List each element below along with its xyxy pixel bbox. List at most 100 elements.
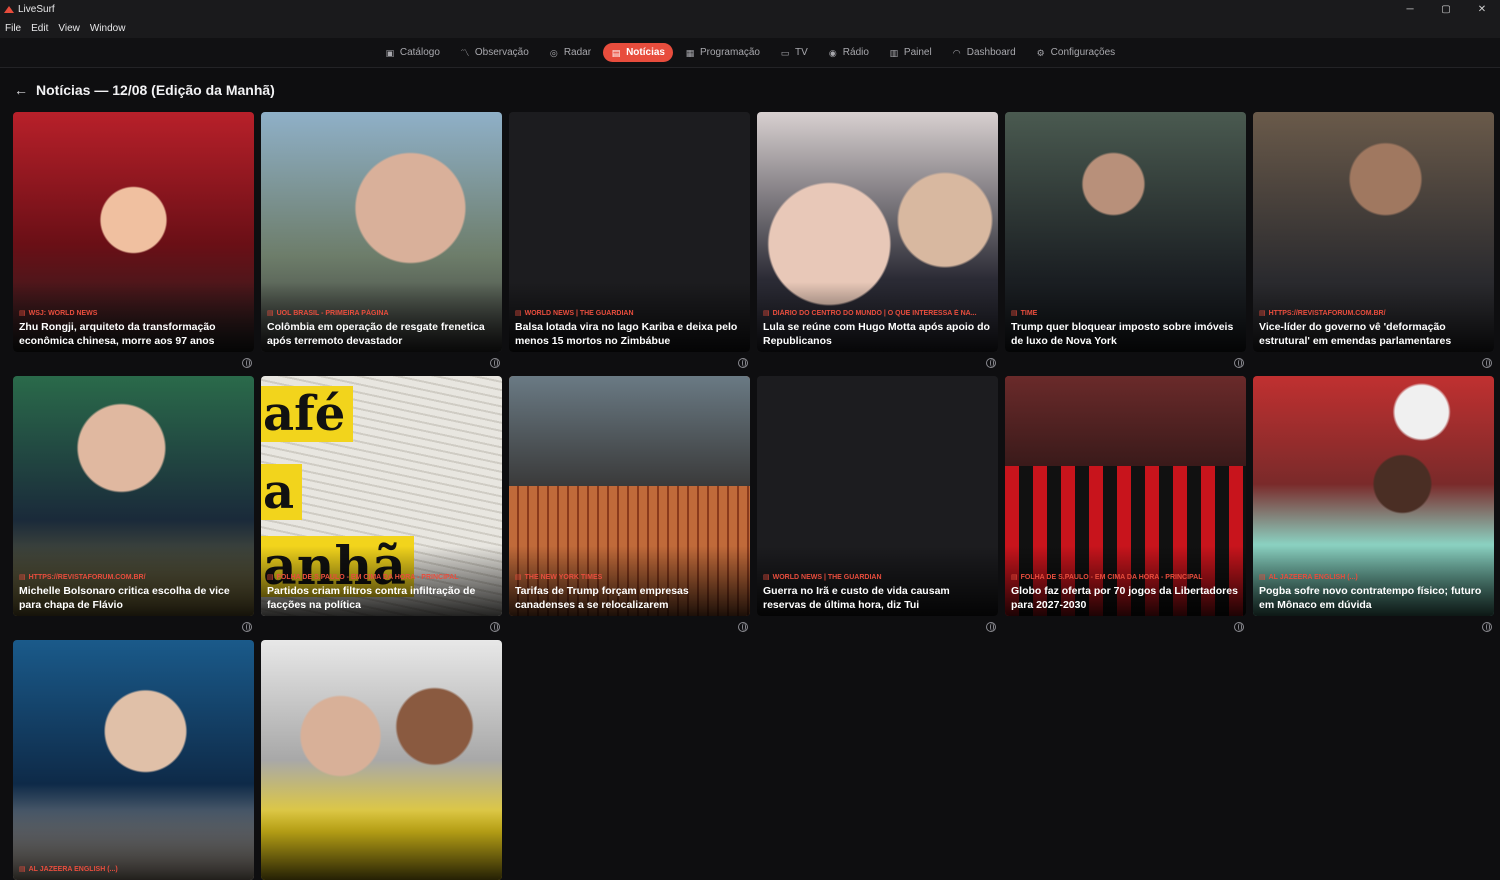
tab-catalog[interactable]: ▣ Catálogo [377, 43, 448, 62]
source-icon: ▤ [1259, 310, 1266, 317]
window-title: LiveSurf [18, 3, 55, 15]
news-source-label: World news | The Guardian [772, 574, 882, 581]
news-card[interactable] [261, 640, 502, 880]
menu-bar: File Edit View Window [0, 18, 1500, 38]
back-arrow-icon[interactable]: ← [14, 82, 28, 98]
title-bar: LiveSurf ─ ▢ ✕ [0, 0, 1500, 18]
tab-observation[interactable]: 〽 Observação [452, 43, 537, 62]
globe-icon[interactable] [986, 358, 996, 368]
news-card[interactable]: ▤ https://revistaforum.com.br/Michelle Bo… [13, 376, 254, 616]
tab-tv[interactable]: ▭ TV [772, 43, 816, 62]
news-source: ▤ Folha de S.Paulo - Em cima da hora - Pr… [1011, 573, 1240, 581]
globe-icon[interactable] [738, 358, 748, 368]
radar-icon: ◎ [549, 47, 558, 58]
news-card[interactable]: ▤ UOL Brasil - Primeira Página Colômbia em… [261, 112, 502, 352]
news-card[interactable]: aféaanhã▤Folha de S.Paulo - Em cima da h… [261, 376, 502, 616]
tab-calendar[interactable]: ▦ Programação [677, 43, 768, 62]
source-icon: ▤ [1259, 574, 1266, 581]
news-card[interactable]: ▤ The New York Times Tarifas de Trump forç… [509, 376, 750, 616]
news-source: ▤ https://revistaforum.com.br/ [19, 573, 248, 581]
news-source-label: Folha de S.Paulo - Em cima da hora - Pri… [1020, 574, 1203, 581]
source-icon: ▤ [763, 574, 770, 581]
menu-view[interactable]: View [58, 23, 80, 34]
news-meta: ▤ https://revistaforum.com.br/Michelle Bo… [19, 573, 248, 612]
news-headline: Colômbia em operação de resgate frenetic… [267, 321, 485, 347]
news-card[interactable]: ▤ Al Jazeera English (...) Pogba sofre nov… [1253, 376, 1494, 616]
news-card[interactable]: ▤ TIME Trump quer bloquear imposto sobre i… [1005, 112, 1246, 352]
news-meta: ▤ WSJ: World News Zhu Rongji, arquiteto da… [19, 309, 248, 348]
globe-icon[interactable] [1234, 358, 1244, 368]
globe-icon[interactable] [738, 622, 748, 632]
gear-icon: ⚙ [1036, 47, 1045, 58]
page-header: ← Notícias — 12/08 (Edição da Manhã) [14, 82, 275, 98]
dashboard-icon: ◠ [952, 47, 961, 58]
news-headline: Globo faz oferta por 70 jogos da Liberta… [1011, 585, 1238, 611]
news-source-label: UOL Brasil - Primeira Página [276, 310, 389, 317]
tab-label: Radar [563, 47, 592, 58]
observation-icon: 〽 [460, 47, 470, 58]
news-meta: ▤ World news | The Guardian Guerra no Irã … [763, 573, 992, 612]
news-source-label: https://revistaforum.com.br/ [28, 574, 146, 581]
news-source-label: Al Jazeera English (...) [1268, 574, 1358, 581]
news-meta: ▤ UOL Brasil - Primeira Página Colômbia em… [267, 309, 496, 348]
news-source-label: Folha de S.Paulo - Em cima da hora - Pri… [276, 574, 459, 581]
globe-icon[interactable] [490, 358, 500, 368]
news-meta: ▤ Al Jazeera English (...) Pogba sofre nov… [1259, 573, 1488, 612]
tab-news[interactable]: ▤ Notícias [603, 43, 673, 62]
menu-edit[interactable]: Edit [31, 23, 48, 34]
close-button[interactable]: ✕ [1464, 0, 1500, 18]
menu-file[interactable]: File [5, 23, 21, 34]
globe-icon[interactable] [242, 622, 252, 632]
tab-label: Painel [903, 47, 932, 58]
calendar-icon: ▦ [685, 47, 695, 58]
news-card[interactable]: ▤ WSJ: World News Zhu Rongji, arquiteto da… [13, 112, 254, 352]
tab-label: Notícias [626, 47, 665, 58]
news-card[interactable]: ▤ Al Jazeera English (...) [13, 640, 254, 880]
minimize-button[interactable]: ─ [1392, 0, 1428, 18]
news-headline: Trump quer bloquear imposto sobre imóvei… [1011, 321, 1234, 347]
tab-label: Configurações [1050, 47, 1116, 58]
news-meta: ▤ Diário do Centro do Mundo | O que inter… [763, 309, 992, 348]
news-headline: Pogba sofre novo contratempo físico; fut… [1259, 585, 1482, 611]
menu-window[interactable]: Window [90, 23, 126, 34]
newspaper-lettering: afé [261, 386, 354, 442]
tab-gear[interactable]: ⚙ Configurações [1028, 43, 1123, 62]
globe-icon[interactable] [1234, 622, 1244, 632]
news-source: ▤ Diário do Centro do Mundo | O que inter… [763, 309, 992, 317]
source-icon: ▤ [1011, 310, 1018, 317]
news-headline: Vice-líder do governo vê 'deformação est… [1259, 321, 1452, 347]
window-controls: ─ ▢ ✕ [1392, 0, 1500, 18]
news-source: ▤ The New York Times [515, 573, 744, 581]
globe-icon[interactable] [986, 622, 996, 632]
news-card[interactable]: ▤ Folha de S.Paulo - Em cima da hora - Pr… [1005, 376, 1246, 616]
news-source-label: TIME [1020, 310, 1038, 317]
tab-radio[interactable]: ◉ Rádio [820, 43, 877, 62]
tab-panel[interactable]: ▥ Painel [881, 43, 940, 62]
panel-icon: ▥ [889, 47, 899, 58]
globe-icon[interactable] [490, 622, 500, 632]
maximize-button[interactable]: ▢ [1428, 0, 1464, 18]
globe-icon[interactable] [1482, 622, 1492, 632]
catalog-icon: ▣ [385, 47, 395, 58]
tv-icon: ▭ [780, 47, 790, 58]
news-card[interactable]: ▤ Diário do Centro do Mundo | O que inter… [757, 112, 998, 352]
news-meta: ▤ World news | The Guardian Balsa lotada v… [515, 309, 744, 348]
tab-label: TV [795, 47, 808, 58]
tab-label: Observação [474, 47, 529, 58]
source-icon: ▤ [763, 310, 770, 317]
tab-label: Catálogo [399, 47, 440, 58]
tab-radar[interactable]: ◎ Radar [541, 43, 599, 62]
tab-label: Programação [699, 47, 760, 58]
news-meta: ▤ Al Jazeera English (...) [19, 865, 248, 876]
news-card[interactable]: ▤ World news | The Guardian Balsa lotada v… [509, 112, 750, 352]
globe-icon[interactable] [1482, 358, 1492, 368]
tab-dashboard[interactable]: ◠ Dashboard [944, 43, 1024, 62]
globe-icon[interactable] [242, 358, 252, 368]
news-headline: Partidos criam filtros contra infiltraçã… [267, 585, 476, 611]
news-meta: ▤ TIME Trump quer bloquear imposto sobre i… [1011, 309, 1240, 348]
news-card[interactable]: ▤ World news | The Guardian Guerra no Irã … [757, 376, 998, 616]
news-headline: Balsa lotada vira no lago Kariba e deixa… [515, 321, 738, 347]
news-card[interactable]: ▤ https://revistaforum.com.br/Vice-líder … [1253, 112, 1494, 352]
news-source: ▤ https://revistaforum.com.br/ [1259, 309, 1488, 317]
news-source: ▤ WSJ: World News [19, 309, 248, 317]
